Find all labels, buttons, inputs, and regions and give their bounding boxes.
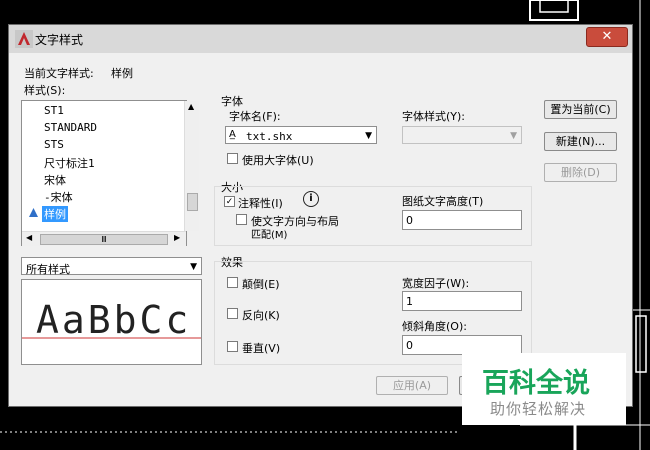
font-name-label: 字体名(F):	[229, 110, 281, 123]
watermark-sub-text: 助你轻松解决	[490, 400, 587, 418]
chevron-down-icon: ▼	[190, 262, 197, 272]
vertical-label: 垂直(V)	[242, 342, 281, 355]
match-layout-checkbox[interactable]	[236, 214, 247, 225]
vertical-scroll-thumb[interactable]	[187, 193, 198, 211]
dialog-title: 文字样式	[35, 33, 84, 47]
font-name-value: txt.shx	[246, 130, 293, 143]
list-item[interactable]: ST1	[44, 104, 64, 117]
oblique-angle-value: 0	[406, 339, 413, 352]
styles-label: 样式(S):	[24, 84, 66, 97]
use-big-font-checkbox[interactable]	[227, 153, 238, 164]
horizontal-scroll-thumb[interactable]: Ⅲ	[40, 234, 168, 245]
text-style-dialog: 文字样式 ✕ 当前文字样式: 样例 样式(S): ST1 STANDARD ST…	[8, 24, 633, 407]
styles-vertical-scrollbar[interactable]: ▲	[184, 101, 199, 231]
style-preview: AaBbCc	[21, 279, 202, 365]
paper-height-label: 图纸文字高度(T)	[402, 195, 484, 208]
oblique-angle-label: 倾斜角度(O):	[402, 320, 467, 333]
vertical-checkbox[interactable]	[227, 341, 238, 352]
watermark-main-text: 百科全说	[482, 368, 590, 399]
annotative-checkbox[interactable]: ✓	[224, 196, 235, 207]
scroll-up-icon[interactable]: ▲	[188, 102, 194, 111]
width-factor-value: 1	[406, 295, 413, 308]
current-style-label: 当前文字样式:	[24, 67, 94, 80]
use-big-font-label: 使用大字体(U)	[242, 154, 314, 167]
annotative-style-icon	[29, 208, 38, 217]
list-item-selected[interactable]: 样例	[42, 206, 68, 222]
width-factor-label: 宽度因子(W):	[402, 277, 470, 290]
autocad-logo-icon	[15, 30, 33, 48]
list-item[interactable]: -宋体	[44, 189, 73, 205]
width-factor-input[interactable]: 1	[402, 291, 522, 311]
oblique-angle-input[interactable]: 0	[402, 335, 522, 355]
upside-down-checkbox[interactable]	[227, 277, 238, 288]
chevron-down-icon: ▼	[365, 131, 372, 141]
delete-button[interactable]: 删除(D)	[544, 163, 617, 182]
styles-list[interactable]: ST1 STANDARD STS 尺寸标注1 宋体 -宋体 样例 ▲ ◀ Ⅲ ▶	[21, 100, 199, 246]
scroll-left-icon[interactable]: ◀	[26, 233, 32, 242]
list-item[interactable]: STS	[44, 138, 64, 151]
paper-height-value: 0	[406, 214, 413, 227]
new-button[interactable]: 新建(N)...	[544, 132, 617, 151]
list-item[interactable]: 尺寸标注1	[44, 155, 95, 171]
styles-horizontal-scrollbar[interactable]: ◀ Ⅲ ▶	[22, 231, 186, 246]
backwards-checkbox[interactable]	[227, 308, 238, 319]
font-style-dropdown[interactable]: ▼	[402, 126, 522, 144]
paper-height-input[interactable]: 0	[402, 210, 522, 230]
scroll-right-icon[interactable]: ▶	[174, 233, 180, 242]
title-bar[interactable]: 文字样式 ✕	[9, 25, 632, 53]
set-current-button[interactable]: 置为当前(C)	[544, 100, 617, 119]
match-layout-label-line2: 匹配(M)	[251, 230, 288, 241]
font-name-dropdown[interactable]: A̲ txt.shx ▼	[225, 126, 377, 144]
style-filter-value: 所有样式	[26, 263, 70, 276]
apply-button[interactable]: 应用(A)	[376, 376, 448, 395]
preview-text: AaBbCc	[36, 298, 192, 342]
current-style-value: 样例	[111, 67, 133, 80]
list-item[interactable]: STANDARD	[44, 121, 97, 134]
backwards-label: 反向(K)	[242, 309, 280, 322]
chevron-down-icon: ▼	[510, 131, 517, 141]
style-filter-dropdown[interactable]: 所有样式 ▼	[21, 257, 202, 276]
shx-font-icon: A̲	[229, 129, 236, 140]
watermark: 百科全说 助你轻松解决	[462, 353, 626, 425]
annotative-label: 注释性(I)	[238, 197, 283, 210]
upside-down-label: 颠倒(E)	[242, 278, 280, 291]
info-icon[interactable]: i	[303, 191, 319, 207]
list-item[interactable]: 宋体	[44, 172, 66, 188]
font-style-label: 字体样式(Y):	[402, 110, 466, 123]
close-button[interactable]: ✕	[586, 27, 628, 47]
